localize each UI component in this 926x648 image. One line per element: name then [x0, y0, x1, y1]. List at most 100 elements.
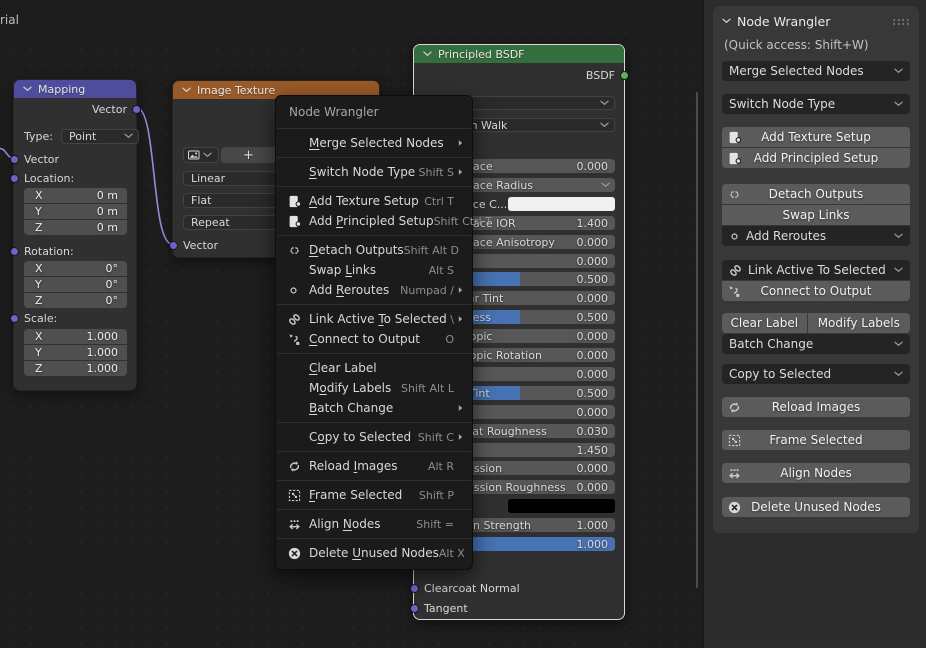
frame-icon — [288, 489, 309, 502]
dropdown-add-reroutes[interactable]: Add Reroutes — [722, 226, 910, 246]
socket-dot[interactable] — [10, 174, 19, 183]
widget-label: Link Active To Selected — [748, 263, 886, 277]
menu-item-clear-label[interactable]: Clear Label — [276, 358, 472, 378]
menu-item-copy-to-selected[interactable]: Copy to SelectedShift C — [276, 427, 472, 447]
menu-item-swap-links[interactable]: Swap LinksAlt S — [276, 260, 472, 280]
link-icon — [288, 313, 309, 326]
link-mapping-to-image-texture — [137, 108, 172, 244]
dropdown-switch-node-type[interactable]: Switch Node Type — [722, 94, 910, 114]
submenu-arrow-icon — [458, 315, 466, 323]
node-editor-canvas[interactable]: rial Mapping VectorType:PointVectorLocat… — [0, 0, 703, 648]
menu-item-label: Add Principled Setup — [309, 214, 434, 228]
button-reload-images[interactable]: Reload Images — [722, 397, 910, 417]
collapse-chevron-icon[interactable] — [182, 87, 191, 93]
widget-label: Align Nodes — [780, 466, 851, 480]
submenu-arrow-icon — [458, 286, 466, 294]
menu-item-link-active-to-selected[interactable]: Link Active To Selected\ — [276, 309, 472, 329]
socket-dot[interactable] — [10, 155, 19, 164]
value-field-z[interactable]: Z1.000 — [24, 361, 127, 376]
socket-dot[interactable] — [410, 584, 419, 593]
principled-node-header[interactable]: Principled BSDF — [414, 45, 624, 63]
button-detach-outputs[interactable]: Detach Outputs — [722, 184, 910, 204]
input-clearcoat-normal: Clearcoat Normal — [424, 580, 615, 596]
menu-item-batch-change[interactable]: Batch Change — [276, 398, 472, 418]
sidebar: Node Wrangler (Quick access: Shift+W) Me… — [703, 0, 926, 648]
socket-dot[interactable] — [410, 604, 419, 613]
socket-dot[interactable] — [10, 247, 19, 256]
dropdown-batch-change[interactable]: Batch Change — [722, 334, 910, 354]
menu-item-label: Reload Images — [309, 459, 428, 473]
button-add-texture-setup[interactable]: Add Texture Setup — [722, 127, 910, 147]
button-align-nodes[interactable]: Align Nodes — [722, 463, 910, 483]
menu-separator — [277, 538, 471, 539]
dropdown-merge-selected-nodes[interactable]: Merge Selected Nodes — [722, 61, 910, 81]
value-field-x[interactable]: X1.000 — [24, 329, 127, 344]
section-label: Location: — [24, 172, 74, 185]
menu-separator — [277, 353, 471, 354]
button-clear-label[interactable]: Clear Label — [722, 313, 807, 333]
shortcut-hint: Ctrl T — [424, 195, 454, 208]
value-field-z[interactable]: Z0 m — [24, 220, 127, 235]
menu-item-switch-node-type[interactable]: Switch Node TypeShift S — [276, 162, 472, 182]
socket-dot[interactable] — [620, 71, 629, 80]
menu-title: Node Wrangler — [276, 100, 472, 124]
button-modify-labels[interactable]: Modify Labels — [808, 313, 910, 333]
color-swatch[interactable] — [508, 499, 615, 513]
menu-item-merge-selected-nodes[interactable]: Merge Selected Nodes — [276, 133, 472, 153]
output-label: Vector — [92, 103, 127, 116]
menu-item-connect-to-output[interactable]: Connect to OutputO — [276, 329, 472, 349]
menu-item-align-nodes[interactable]: Align NodesShift = — [276, 514, 472, 534]
menu-item-delete-unused-nodes[interactable]: Delete Unused NodesAlt X — [276, 543, 472, 563]
socket-dot[interactable] — [10, 314, 19, 323]
menu-item-label: Delete Unused Nodes — [309, 546, 439, 560]
collapse-chevron-icon[interactable] — [722, 18, 731, 24]
shortcut-hint: Shift P — [419, 489, 454, 502]
image-browser-dropdown[interactable] — [183, 147, 219, 163]
socket-dot[interactable] — [132, 105, 141, 114]
type-dropdown[interactable]: Point — [61, 129, 139, 144]
mapping-node-header[interactable]: Mapping — [14, 80, 136, 98]
submenu-arrow-icon — [458, 433, 466, 441]
shortcut-hint: Shift Ctrl T — [434, 215, 492, 228]
collapse-chevron-icon[interactable] — [423, 51, 432, 57]
menu-item-add-reroutes[interactable]: Add ReroutesNumpad / — [276, 280, 472, 300]
color-swatch[interactable] — [508, 197, 615, 211]
button-add-principled-setup[interactable]: Add Principled Setup — [722, 148, 910, 168]
menu-item-reload-images[interactable]: Reload ImagesAlt R — [276, 456, 472, 476]
value-field-z[interactable]: Z0° — [24, 293, 127, 308]
value-field-x[interactable]: X0 m — [24, 188, 127, 203]
collapse-chevron-icon[interactable] — [23, 86, 32, 92]
menu-item-frame-selected[interactable]: Frame SelectedShift P — [276, 485, 472, 505]
shortcut-hint: O — [445, 333, 454, 346]
menu-item-detach-outputs[interactable]: Detach OutputsShift Alt D — [276, 240, 472, 260]
widget-label: Add Texture Setup — [761, 130, 871, 144]
menu-item-label: Add Reroutes — [309, 283, 400, 297]
menu-item-label: Link Active To Selected — [309, 312, 450, 326]
value-field-y[interactable]: Y0 m — [24, 204, 127, 219]
widget-label: Merge Selected Nodes — [729, 64, 864, 78]
editor-scrollbar[interactable] — [696, 92, 698, 588]
section-location: Location: — [24, 170, 127, 186]
button-connect-to-output[interactable]: Connect to Output — [722, 281, 910, 301]
menu-separator — [277, 304, 471, 305]
value-field-y[interactable]: Y0° — [24, 277, 127, 292]
button-frame-selected[interactable]: Frame Selected — [722, 430, 910, 450]
button-delete-unused-nodes[interactable]: Delete Unused Nodes — [722, 497, 910, 517]
value-field-x[interactable]: X0° — [24, 261, 127, 276]
reroute-icon — [288, 285, 309, 296]
node-mapping[interactable]: Mapping VectorType:PointVectorLocation:X… — [13, 79, 137, 391]
node-title: Principled BSDF — [438, 48, 525, 61]
value-field-y[interactable]: Y1.000 — [24, 345, 127, 360]
widget-label: Batch Change — [729, 337, 813, 351]
menu-item-modify-labels[interactable]: Modify LabelsShift Alt L — [276, 378, 472, 398]
align-icon — [288, 518, 309, 531]
socket-dot[interactable] — [169, 241, 178, 250]
menu-item-add-texture-setup[interactable]: Add Texture SetupCtrl T — [276, 191, 472, 211]
panel-header[interactable]: Node Wrangler — [722, 9, 910, 33]
button-swap-links[interactable]: Swap Links — [722, 205, 910, 225]
dropdown-link-active-to-selected[interactable]: Link Active To Selected — [722, 260, 910, 280]
chevron-down-icon — [894, 68, 903, 74]
drag-grip-icon[interactable] — [892, 18, 910, 25]
menu-item-add-principled-setup[interactable]: Add Principled SetupShift Ctrl T — [276, 211, 472, 231]
dropdown-copy-to-selected[interactable]: Copy to Selected — [722, 364, 910, 384]
